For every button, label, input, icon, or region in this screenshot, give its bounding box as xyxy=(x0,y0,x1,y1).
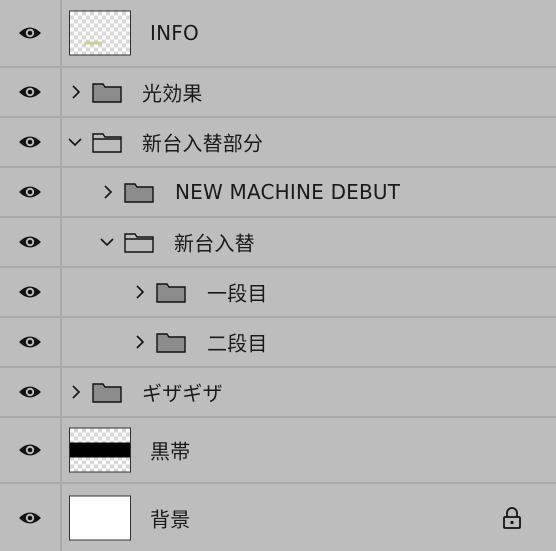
visibility-toggle[interactable] xyxy=(0,484,62,551)
chevron-down-icon[interactable] xyxy=(100,235,114,249)
folder-icon xyxy=(156,333,186,353)
layer-name[interactable]: INFO xyxy=(150,21,199,45)
layer-row-background[interactable]: 背景 xyxy=(0,484,556,551)
layer-row-group[interactable]: 光効果 xyxy=(0,68,556,118)
layer-name[interactable]: 二段目 xyxy=(207,328,268,357)
eye-icon xyxy=(19,286,41,298)
layer-row-group[interactable]: NEW MACHINE DEBUT xyxy=(0,168,556,218)
folder-icon xyxy=(156,283,186,303)
layer-name[interactable]: 一段目 xyxy=(207,278,268,307)
chevron-right-icon[interactable] xyxy=(133,285,147,299)
chevron-right-icon[interactable] xyxy=(101,185,115,199)
layer-name[interactable]: ギザギザ xyxy=(142,378,223,407)
layer-name[interactable]: 光効果 xyxy=(142,78,203,107)
layer-thumbnail[interactable] xyxy=(69,495,131,540)
folder-icon xyxy=(92,383,122,403)
layer-row-group[interactable]: 二段目 xyxy=(0,318,556,368)
layer-name[interactable]: 新台入替部分 xyxy=(142,128,263,157)
visibility-toggle[interactable] xyxy=(0,268,62,316)
chevron-right-icon[interactable] xyxy=(69,85,83,99)
layer-name[interactable]: NEW MACHINE DEBUT xyxy=(175,180,400,204)
visibility-toggle[interactable] xyxy=(0,218,62,266)
folder-open-icon xyxy=(92,133,122,153)
eye-icon xyxy=(19,386,41,398)
visibility-toggle[interactable] xyxy=(0,318,62,366)
visibility-toggle[interactable] xyxy=(0,368,62,416)
visibility-toggle[interactable] xyxy=(0,0,62,66)
folder-icon xyxy=(92,83,122,103)
eye-icon xyxy=(19,136,41,148)
eye-icon xyxy=(19,336,41,348)
layer-row-group[interactable]: 新台入替部分 xyxy=(0,118,556,168)
eye-icon xyxy=(19,86,41,98)
chevron-down-icon[interactable] xyxy=(68,135,82,149)
eye-icon xyxy=(19,236,41,248)
eye-icon xyxy=(19,512,41,523)
eye-icon xyxy=(19,27,41,39)
layer-name[interactable]: 背景 xyxy=(150,503,190,532)
lock-icon[interactable] xyxy=(502,506,522,529)
layer-row-group[interactable]: 一段目 xyxy=(0,268,556,318)
layer-row-group[interactable]: 新台入替 xyxy=(0,218,556,268)
layers-panel: INFO 光効果 新台入替部分 NEW MACHINE DEBUT 新台入替 一… xyxy=(0,0,556,551)
layer-thumbnail[interactable] xyxy=(69,427,131,473)
visibility-toggle[interactable] xyxy=(0,418,62,482)
layer-name[interactable]: 新台入替 xyxy=(174,228,255,257)
chevron-right-icon[interactable] xyxy=(133,335,147,349)
layer-thumbnail[interactable] xyxy=(69,10,131,56)
folder-icon xyxy=(124,183,154,203)
layer-row-info[interactable]: INFO xyxy=(0,0,556,68)
layer-row-pixel[interactable]: 黒帯 xyxy=(0,418,556,484)
eye-icon xyxy=(19,444,41,456)
eye-icon xyxy=(19,186,41,198)
visibility-toggle[interactable] xyxy=(0,168,62,216)
layer-name[interactable]: 黒帯 xyxy=(150,436,190,465)
visibility-toggle[interactable] xyxy=(0,118,62,166)
folder-open-icon xyxy=(124,233,154,253)
layer-row-group[interactable]: ギザギザ xyxy=(0,368,556,418)
chevron-right-icon[interactable] xyxy=(69,385,83,399)
visibility-toggle[interactable] xyxy=(0,68,62,116)
